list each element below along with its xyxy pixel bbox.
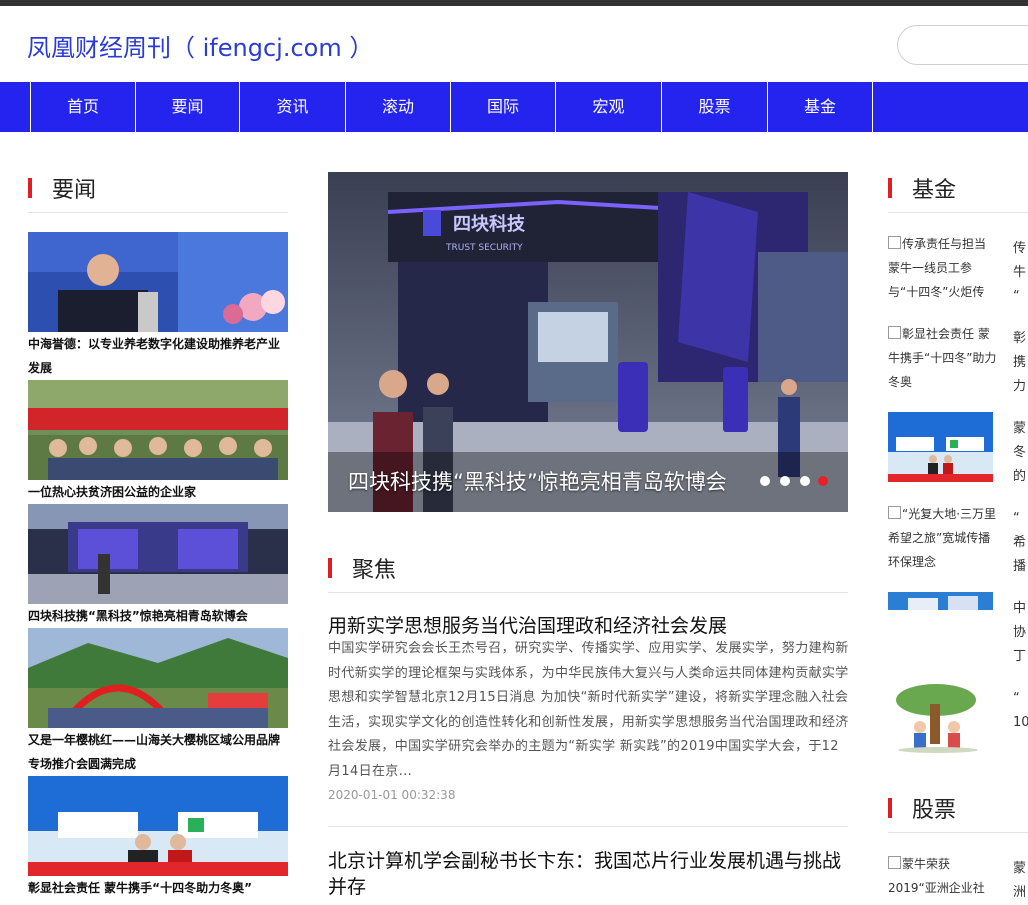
news-image-2[interactable]	[28, 380, 288, 480]
section-header-gupiao: 股票	[888, 792, 1028, 833]
slider-dot-3[interactable]	[800, 476, 810, 486]
fund-item-6-image[interactable]	[888, 682, 993, 754]
nav-divider	[872, 82, 873, 132]
nav-item-macro[interactable]: 宏观	[555, 82, 661, 132]
fund-item-5-image[interactable]	[888, 592, 993, 610]
site-title[interactable]: 凤凰财经周刊（ ifengcj.com ）	[27, 28, 373, 63]
section-header-jijin: 基金	[888, 172, 1028, 213]
section-marker	[888, 178, 892, 198]
news-title-1[interactable]: 中海誉德：以专业养老数字化建设助推养老产业发展	[28, 332, 290, 380]
section-header-yaowen: 要闻	[28, 172, 288, 213]
nav-item-info[interactable]: 资讯	[239, 82, 345, 132]
news-image-5[interactable]	[28, 776, 288, 876]
fund-item-4-title[interactable]: “希播	[1013, 507, 1028, 579]
fund-item-4-image[interactable]: “光复大地·三万里希望之旅”宽城传播环保理念	[888, 502, 998, 574]
nav-item-stocks[interactable]: 股票	[661, 82, 767, 132]
article-title-1[interactable]: 用新实学思想服务当代治国理政和经济社会发展	[328, 613, 850, 639]
section-title: 基金	[912, 178, 957, 203]
slider-caption[interactable]: 四块科技携“黑科技”惊艳亮相青岛软博会	[348, 466, 727, 496]
news-title-2[interactable]: 一位热心扶贫济困公益的企业家	[28, 480, 290, 504]
news-image-3[interactable]	[28, 504, 288, 604]
article-summary-1: 中国实学研究会会长王杰号召，研究实学、传播实学、应用实学、发展实学，努力建构新时…	[328, 641, 849, 779]
top-border	[0, 0, 1028, 6]
news-title-5[interactable]: 彰显社会责任 蒙牛携手“十四冬助力冬奥”	[28, 876, 290, 900]
slider-dot-1[interactable]	[760, 476, 770, 486]
search-input[interactable]	[897, 25, 1028, 65]
featured-slider[interactable]: 四块科技 TRUST SECURITY 四块科技携“黑科技”惊艳亮相青岛软博会	[328, 172, 848, 512]
nav-item-funds[interactable]: 基金	[767, 82, 872, 132]
fund-item-5-title[interactable]: 中协丁	[1013, 597, 1028, 669]
nav-item-international[interactable]: 国际	[450, 82, 555, 132]
nav-item-rolling[interactable]: 滚动	[345, 82, 450, 132]
section-marker	[328, 558, 332, 578]
news-image-1[interactable]	[28, 232, 288, 332]
featured-slider-image: 四块科技 TRUST SECURITY	[328, 172, 848, 512]
fund-item-1-image[interactable]: 传承责任与担当 蒙牛一线员工参与“十四冬”火炬传	[888, 232, 998, 304]
slider-dot-4-active[interactable]	[818, 476, 828, 486]
section-title: 股票	[912, 798, 957, 823]
section-marker	[888, 798, 892, 818]
fund-item-6-title[interactable]: “10	[1013, 687, 1028, 735]
slider-dot-2[interactable]	[780, 476, 790, 486]
svg-text:TRUST SECURITY: TRUST SECURITY	[445, 243, 523, 253]
broken-image-icon	[888, 236, 901, 249]
news-image-4[interactable]	[28, 628, 288, 728]
section-title: 要闻	[52, 178, 97, 203]
broken-image-icon	[888, 326, 901, 339]
stock-item-1-title[interactable]: 蒙洲	[1013, 857, 1028, 905]
article-date-1: 2020-01-01 00:32:38	[328, 788, 456, 802]
news-title-3[interactable]: 四块科技携“黑科技”惊艳亮相青岛软博会	[28, 604, 290, 628]
svg-text:四块科技: 四块科技	[453, 213, 526, 235]
article-title-2[interactable]: 北京计算机学会副秘书长卞东：我国芯片行业发展机遇与挑战并存	[328, 848, 850, 900]
broken-image-icon	[888, 856, 901, 869]
main-nav: 首页 要闻 资讯 滚动 国际 宏观 股票 基金	[0, 82, 1028, 132]
section-title: 聚焦	[352, 558, 397, 583]
article-divider	[328, 826, 848, 827]
section-header-jujiao: 聚焦	[328, 552, 848, 593]
fund-item-3-image[interactable]	[888, 412, 993, 482]
news-title-4[interactable]: 又是一年樱桃红——山海关大樱桃区域公用品牌专场推介会圆满完成	[28, 728, 290, 776]
fund-item-2-image[interactable]: 彰显社会责任 蒙牛携手“十四冬”助力冬奥	[888, 322, 998, 394]
broken-image-icon	[888, 506, 901, 519]
nav-item-home[interactable]: 首页	[30, 82, 135, 132]
fund-item-1-title[interactable]: 传牛 “	[1013, 237, 1028, 309]
fund-item-2-title[interactable]: 彰携力	[1013, 327, 1028, 399]
stock-item-1-image[interactable]: 蒙牛荣获 2019“亚洲企业社	[888, 852, 998, 900]
fund-item-3-title[interactable]: 蒙冬的	[1013, 417, 1028, 489]
nav-item-news[interactable]: 要闻	[135, 82, 239, 132]
section-marker	[28, 178, 32, 198]
